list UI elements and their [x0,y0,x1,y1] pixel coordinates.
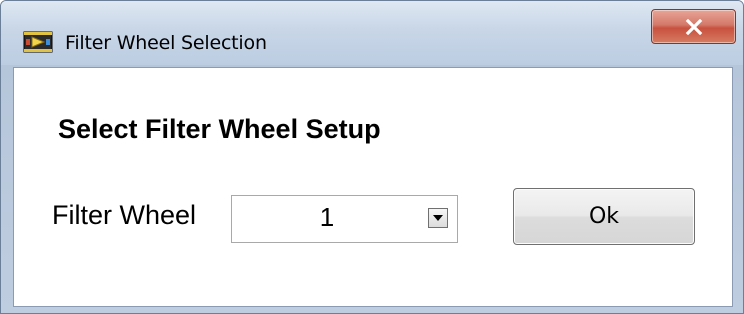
window-title: Filter Wheel Selection [65,32,267,54]
close-button[interactable] [651,9,736,44]
filter-wheel-select[interactable]: 1 [231,195,458,243]
ok-button[interactable]: Ok [513,188,695,245]
title-bar[interactable]: Filter Wheel Selection [1,1,743,65]
dialog-heading: Select Filter Wheel Setup [58,114,381,144]
chevron-down-icon [433,215,443,221]
labview-app-icon [23,31,53,53]
filter-wheel-label: Filter Wheel [52,200,197,230]
dialog-window: Filter Wheel Selection Select Filter Whe… [0,0,744,314]
dialog-content: Select Filter Wheel Setup Filter Wheel 1… [13,67,733,307]
filter-wheel-dropdown-button[interactable] [428,208,448,228]
filter-wheel-value: 1 [319,202,335,232]
close-icon [685,19,703,35]
